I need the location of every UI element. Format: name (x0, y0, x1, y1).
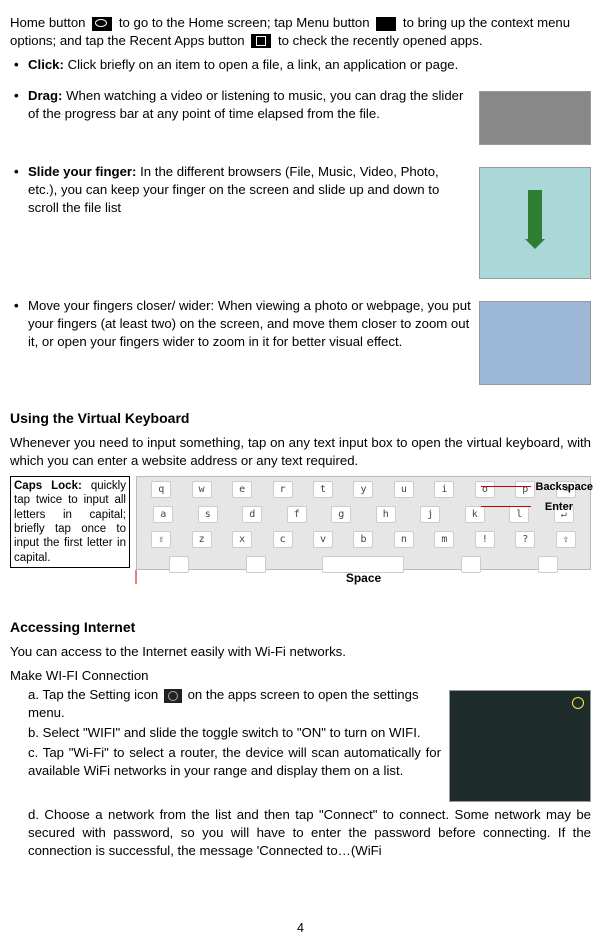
intro-text-2: to go to the Home screen; tap Menu butto… (119, 15, 370, 30)
keyboard-illustration: qwertyuiop⌫ asdfghjkl↵ ⇧zxcvbnm!?⇧ (136, 476, 591, 570)
tip-slide-label: Slide your finger: (28, 164, 136, 179)
enter-label: Enter (545, 500, 573, 515)
tip-drag-text: When watching a video or listening to mu… (28, 88, 463, 121)
wifi-step-d: d. Choose a network from the list and th… (10, 806, 591, 859)
recent-apps-button-icon (251, 34, 271, 48)
intro-text-4: to check the recently opened apps. (278, 33, 483, 48)
slide-illustration (479, 167, 591, 279)
tip-pinch: Move your fingers closer/ wider: When vi… (10, 297, 591, 403)
tip-click: Click: Click briefly on an item to open … (10, 56, 591, 88)
intro-paragraph: Home button to go to the Home screen; ta… (10, 14, 591, 50)
space-label: Space (346, 570, 381, 586)
page-number: 4 (297, 920, 304, 937)
wifi-settings-screenshot (449, 690, 591, 802)
caps-lock-text: quickly tap twice to input all letters i… (14, 480, 126, 564)
tip-click-label: Click: (28, 57, 64, 72)
accessing-internet-heading: Accessing Internet (10, 618, 591, 637)
drag-illustration (479, 91, 591, 145)
accessing-internet-para: You can access to the Internet easily wi… (10, 643, 591, 661)
wifi-step-a-1: a. Tap the Setting icon (28, 687, 162, 702)
tip-slide: Slide your finger: In the different brow… (10, 163, 591, 297)
tip-pinch-text: Move your fingers closer/ wider: When vi… (28, 298, 471, 349)
virtual-keyboard-heading: Using the Virtual Keyboard (10, 409, 591, 428)
tip-drag: Drag: When watching a video or listening… (10, 87, 591, 163)
home-button-icon (92, 17, 112, 31)
menu-button-icon (376, 17, 396, 31)
settings-icon (164, 689, 182, 703)
tip-drag-label: Drag: (28, 88, 62, 103)
tip-click-text: Click briefly on an item to open a file,… (64, 57, 458, 72)
caps-lock-label: Caps Lock: (14, 480, 82, 492)
virtual-keyboard-para: Whenever you need to input something, ta… (10, 434, 591, 470)
wifi-connection-sub: Make WI-FI Connection (10, 667, 591, 685)
pinch-illustration (479, 301, 591, 385)
caps-lock-callout: Caps Lock: quickly tap twice to input al… (10, 476, 130, 568)
intro-text-1: Home button (10, 15, 86, 30)
backspace-label: Backspace (536, 480, 594, 495)
